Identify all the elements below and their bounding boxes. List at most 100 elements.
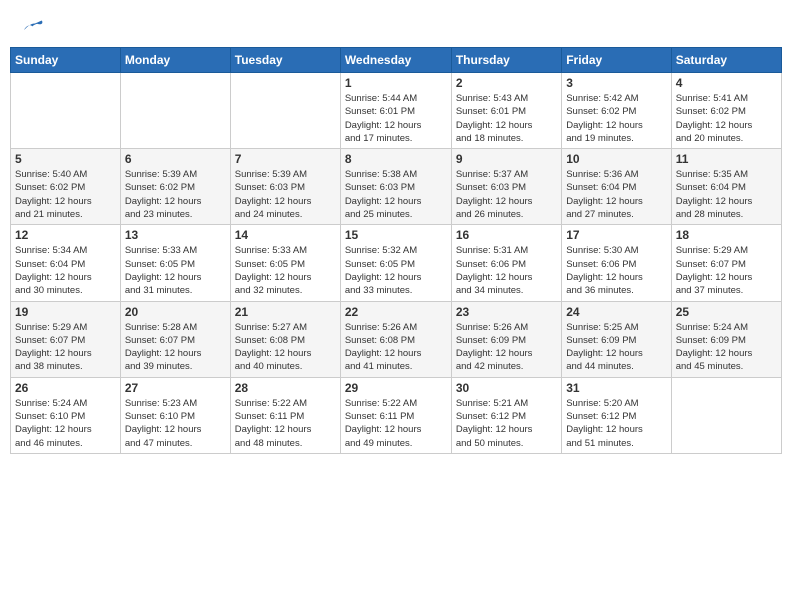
day-number: 11 [676,152,777,166]
day-info: Sunrise: 5:24 AM Sunset: 6:10 PM Dayligh… [15,397,116,450]
calendar-cell: 5 Sunrise: 5:40 AM Sunset: 6:02 PM Daylig… [11,149,121,225]
day-number: 7 [235,152,336,166]
day-info: Sunrise: 5:38 AM Sunset: 6:03 PM Dayligh… [345,168,447,221]
calendar-cell: 23Sunrise: 5:26 AM Sunset: 6:09 PM Dayli… [451,301,561,377]
day-number: 25 [676,305,777,319]
calendar-cell [120,73,230,149]
logo [20,18,44,39]
day-info: Sunrise: 5:32 AM Sunset: 6:05 PM Dayligh… [345,244,447,297]
day-info: Sunrise: 5:34 AM Sunset: 6:04 PM Dayligh… [15,244,116,297]
day-info: Sunrise: 5:40 AM Sunset: 6:02 PM Dayligh… [15,168,116,221]
calendar-cell: 12 Sunrise: 5:34 AM Sunset: 6:04 PM Dayli… [11,225,121,301]
day-number: 14 [235,228,336,242]
day-info: Sunrise: 5:29 AM Sunset: 6:07 PM Dayligh… [15,321,116,374]
day-info: Sunrise: 5:25 AM Sunset: 6:09 PM Dayligh… [566,321,666,374]
day-number: 17 [566,228,666,242]
calendar-cell: 11 Sunrise: 5:35 AM Sunset: 6:04 PM Dayli… [671,149,781,225]
day-number: 29 [345,381,447,395]
logo-bird-icon [22,18,44,39]
day-info: Sunrise: 5:36 AM Sunset: 6:04 PM Dayligh… [566,168,666,221]
calendar-cell: 8 Sunrise: 5:38 AM Sunset: 6:03 PM Daylig… [340,149,451,225]
weekday-header-friday: Friday [562,48,671,73]
calendar-cell: 17 Sunrise: 5:30 AM Sunset: 6:06 PM Dayli… [562,225,671,301]
day-info: Sunrise: 5:42 AM Sunset: 6:02 PM Dayligh… [566,92,666,145]
day-number: 6 [125,152,226,166]
calendar-cell: 3 Sunrise: 5:42 AM Sunset: 6:02 PM Daylig… [562,73,671,149]
calendar-cell: 6 Sunrise: 5:39 AM Sunset: 6:02 PM Daylig… [120,149,230,225]
day-number: 10 [566,152,666,166]
day-number: 28 [235,381,336,395]
day-info: Sunrise: 5:39 AM Sunset: 6:02 PM Dayligh… [125,168,226,221]
calendar-cell: 9 Sunrise: 5:37 AM Sunset: 6:03 PM Daylig… [451,149,561,225]
day-number: 30 [456,381,557,395]
day-info: Sunrise: 5:22 AM Sunset: 6:11 PM Dayligh… [345,397,447,450]
calendar-cell: 29 Sunrise: 5:22 AM Sunset: 6:11 PM Dayli… [340,377,451,453]
weekday-header-sunday: Sunday [11,48,121,73]
calendar-cell: 14 Sunrise: 5:33 AM Sunset: 6:05 PM Dayli… [230,225,340,301]
calendar-cell: 7 Sunrise: 5:39 AM Sunset: 6:03 PM Daylig… [230,149,340,225]
calendar-cell: 10 Sunrise: 5:36 AM Sunset: 6:04 PM Dayli… [562,149,671,225]
day-number: 3 [566,76,666,90]
calendar-cell: 30 Sunrise: 5:21 AM Sunset: 6:12 PM Dayli… [451,377,561,453]
day-info: Sunrise: 5:26 AM Sunset: 6:09 PM Dayligh… [456,321,557,374]
day-number: 13 [125,228,226,242]
day-number: 1 [345,76,447,90]
day-info: Sunrise: 5:21 AM Sunset: 6:12 PM Dayligh… [456,397,557,450]
day-info: Sunrise: 5:26 AM Sunset: 6:08 PM Dayligh… [345,321,447,374]
weekday-header-monday: Monday [120,48,230,73]
day-info: Sunrise: 5:33 AM Sunset: 6:05 PM Dayligh… [235,244,336,297]
calendar-cell: 20 Sunrise: 5:28 AM Sunset: 6:07 PM Dayli… [120,301,230,377]
calendar-table: SundayMondayTuesdayWednesdayThursdayFrid… [10,47,782,454]
calendar-week-1: 1 Sunrise: 5:44 AM Sunset: 6:01 PM Daylig… [11,73,782,149]
calendar-week-3: 12 Sunrise: 5:34 AM Sunset: 6:04 PM Dayli… [11,225,782,301]
weekday-header-thursday: Thursday [451,48,561,73]
day-number: 15 [345,228,447,242]
calendar-week-5: 26 Sunrise: 5:24 AM Sunset: 6:10 PM Dayli… [11,377,782,453]
calendar-cell: 25 Sunrise: 5:24 AM Sunset: 6:09 PM Dayli… [671,301,781,377]
day-number: 21 [235,305,336,319]
weekday-header-wednesday: Wednesday [340,48,451,73]
day-info: Sunrise: 5:33 AM Sunset: 6:05 PM Dayligh… [125,244,226,297]
day-number: 5 [15,152,116,166]
calendar-cell: 2Sunrise: 5:43 AM Sunset: 6:01 PM Daylig… [451,73,561,149]
calendar-cell: 16 Sunrise: 5:31 AM Sunset: 6:06 PM Dayli… [451,225,561,301]
day-number: 12 [15,228,116,242]
calendar-cell: 1 Sunrise: 5:44 AM Sunset: 6:01 PM Daylig… [340,73,451,149]
calendar-cell: 21 Sunrise: 5:27 AM Sunset: 6:08 PM Dayli… [230,301,340,377]
day-number: 9 [456,152,557,166]
calendar-cell [671,377,781,453]
calendar-week-2: 5 Sunrise: 5:40 AM Sunset: 6:02 PM Daylig… [11,149,782,225]
calendar-cell [11,73,121,149]
day-number: 20 [125,305,226,319]
day-number: 27 [125,381,226,395]
day-info: Sunrise: 5:43 AM Sunset: 6:01 PM Dayligh… [456,92,557,145]
day-info: Sunrise: 5:28 AM Sunset: 6:07 PM Dayligh… [125,321,226,374]
calendar-cell: 18Sunrise: 5:29 AM Sunset: 6:07 PM Dayli… [671,225,781,301]
day-info: Sunrise: 5:29 AM Sunset: 6:07 PM Dayligh… [676,244,777,297]
calendar-cell: 13 Sunrise: 5:33 AM Sunset: 6:05 PM Dayli… [120,225,230,301]
day-info: Sunrise: 5:35 AM Sunset: 6:04 PM Dayligh… [676,168,777,221]
day-info: Sunrise: 5:44 AM Sunset: 6:01 PM Dayligh… [345,92,447,145]
day-info: Sunrise: 5:41 AM Sunset: 6:02 PM Dayligh… [676,92,777,145]
calendar-cell: 24 Sunrise: 5:25 AM Sunset: 6:09 PM Dayli… [562,301,671,377]
day-info: Sunrise: 5:27 AM Sunset: 6:08 PM Dayligh… [235,321,336,374]
day-info: Sunrise: 5:24 AM Sunset: 6:09 PM Dayligh… [676,321,777,374]
calendar-cell: 28 Sunrise: 5:22 AM Sunset: 6:11 PM Dayli… [230,377,340,453]
day-info: Sunrise: 5:20 AM Sunset: 6:12 PM Dayligh… [566,397,666,450]
day-number: 8 [345,152,447,166]
calendar-cell: 26 Sunrise: 5:24 AM Sunset: 6:10 PM Dayli… [11,377,121,453]
calendar-cell [230,73,340,149]
day-number: 26 [15,381,116,395]
day-info: Sunrise: 5:30 AM Sunset: 6:06 PM Dayligh… [566,244,666,297]
calendar-week-4: 19Sunrise: 5:29 AM Sunset: 6:07 PM Dayli… [11,301,782,377]
calendar-cell: 22Sunrise: 5:26 AM Sunset: 6:08 PM Dayli… [340,301,451,377]
day-info: Sunrise: 5:37 AM Sunset: 6:03 PM Dayligh… [456,168,557,221]
calendar-cell: 27Sunrise: 5:23 AM Sunset: 6:10 PM Dayli… [120,377,230,453]
weekday-header-tuesday: Tuesday [230,48,340,73]
day-info: Sunrise: 5:39 AM Sunset: 6:03 PM Dayligh… [235,168,336,221]
day-number: 24 [566,305,666,319]
day-number: 16 [456,228,557,242]
day-number: 31 [566,381,666,395]
day-info: Sunrise: 5:22 AM Sunset: 6:11 PM Dayligh… [235,397,336,450]
day-info: Sunrise: 5:31 AM Sunset: 6:06 PM Dayligh… [456,244,557,297]
